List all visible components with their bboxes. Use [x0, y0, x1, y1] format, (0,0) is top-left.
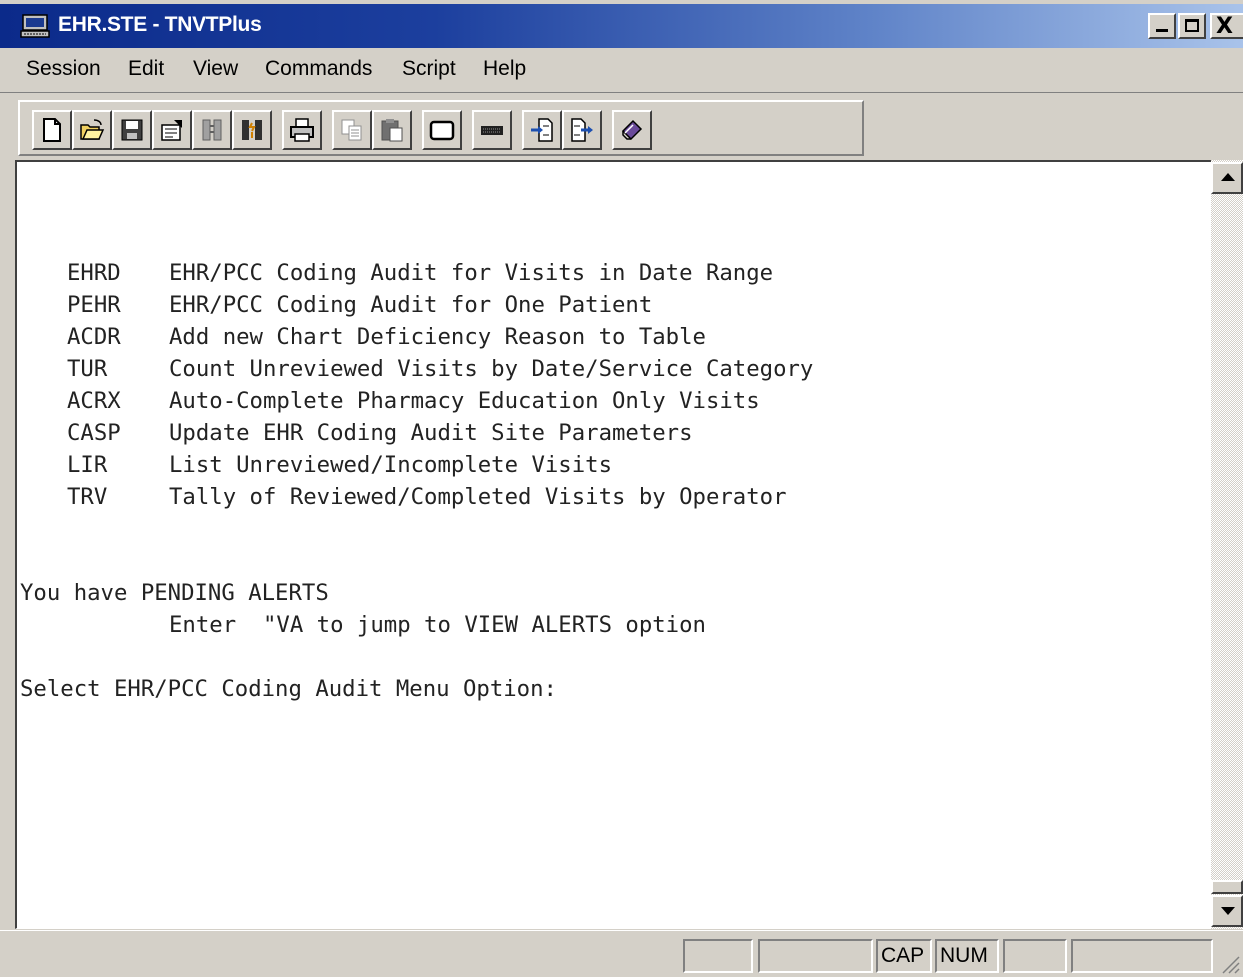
option-description: Count Unreviewed Visits by Date/Service …: [169, 356, 814, 382]
menu-view[interactable]: View: [193, 57, 238, 81]
properties-button[interactable]: [152, 110, 192, 150]
option-code: EHRD: [67, 260, 121, 286]
option-code: PEHR: [67, 292, 121, 318]
scroll-down-button[interactable]: [1211, 895, 1243, 927]
option-description: List Unreviewed/Incomplete Visits: [169, 452, 612, 478]
keyboard-button[interactable]: [472, 110, 512, 150]
connect-button[interactable]: [192, 110, 232, 150]
status-pane: [683, 939, 753, 973]
scroll-up-button[interactable]: [1211, 162, 1243, 194]
paste-icon: [381, 119, 403, 142]
close-icon: X: [1216, 14, 1233, 39]
title-bar[interactable]: EHR.STE - TNVTPlus X: [0, 4, 1243, 48]
open-session-button[interactable]: [72, 110, 112, 150]
copy-icon: [341, 119, 362, 141]
option-code: TRV: [67, 484, 108, 510]
screen-button[interactable]: [422, 110, 462, 150]
send-file-button[interactable]: [562, 110, 602, 150]
send-file-icon: [571, 118, 593, 142]
new-session-button[interactable]: [32, 110, 72, 150]
receive-file-button[interactable]: [522, 110, 562, 150]
blank-screen-icon: [429, 120, 455, 141]
maximize-icon: [1185, 19, 1199, 32]
menu-session[interactable]: Session: [26, 57, 101, 81]
status-pane: [758, 939, 873, 973]
menu-option-prompt: Select EHR/PCC Coding Audit Menu Option:: [20, 676, 557, 702]
option-code: CASP: [67, 420, 121, 446]
option-code: ACRX: [67, 388, 121, 414]
menu-help[interactable]: Help: [483, 57, 526, 81]
menu-commands[interactable]: Commands: [265, 57, 372, 81]
option-description: Add new Chart Deficiency Reason to Table: [169, 324, 706, 350]
new-document-icon: [43, 118, 61, 142]
terminal-app-icon: [20, 14, 50, 38]
print-button[interactable]: [282, 110, 322, 150]
menu-edit[interactable]: Edit: [128, 57, 164, 81]
menu-bar: Session Edit View Commands Script Help: [0, 52, 1243, 90]
up-arrow-icon: [1221, 173, 1235, 181]
toolbar-panel: [18, 100, 864, 156]
status-pane: [1003, 939, 1067, 973]
script-button[interactable]: [612, 110, 652, 150]
maximize-button[interactable]: [1178, 13, 1206, 39]
paste-button[interactable]: [372, 110, 412, 150]
copy-button[interactable]: [332, 110, 372, 150]
down-arrow-icon: [1221, 907, 1235, 915]
resize-grip-icon[interactable]: [1219, 953, 1241, 975]
open-folder-icon: [80, 119, 105, 140]
save-icon: [121, 119, 143, 141]
minimize-icon: [1156, 29, 1168, 32]
option-code: LIR: [67, 452, 108, 478]
properties-icon: [161, 120, 182, 141]
receive-file-icon: [531, 118, 553, 142]
menu-script[interactable]: Script: [402, 57, 456, 81]
num-lock-indicator: NUM: [935, 939, 999, 973]
save-session-button[interactable]: [112, 110, 152, 150]
status-bar: CAP NUM: [0, 930, 1243, 977]
caps-lock-indicator: CAP: [876, 939, 932, 973]
option-description: Auto-Complete Pharmacy Education Only Vi…: [169, 388, 760, 414]
minimize-button[interactable]: [1148, 13, 1176, 39]
disconnect-icon: [242, 120, 262, 140]
close-button[interactable]: X: [1210, 13, 1243, 39]
option-description: Tally of Reviewed/Completed Visits by Op…: [169, 484, 787, 510]
window-title: EHR.STE - TNVTPlus: [58, 13, 262, 36]
status-pane: [1071, 939, 1213, 973]
toolbar: [0, 92, 1243, 159]
disconnect-button[interactable]: [232, 110, 272, 150]
vertical-scrollbar[interactable]: [1211, 160, 1243, 929]
option-code: TUR: [67, 356, 108, 382]
option-description: EHR/PCC Coding Audit for One Patient: [169, 292, 653, 318]
scroll-thumb[interactable]: [1211, 880, 1243, 894]
print-icon: [290, 118, 314, 142]
connect-icon: [202, 119, 222, 141]
option-description: Update EHR Coding Audit Site Parameters: [169, 420, 693, 446]
terminal-screen[interactable]: EHRD EHR/PCC Coding Audit for Visits in D…: [15, 160, 1211, 929]
pending-alerts-message: You have PENDING ALERTS: [20, 580, 329, 606]
application-window: EHR.STE - TNVTPlus X Session Edit View C…: [0, 0, 1243, 977]
keyboard-icon: [481, 126, 503, 135]
script-icon: [621, 119, 643, 141]
view-alerts-instruction: Enter "VA to jump to VIEW ALERTS option: [169, 612, 706, 638]
option-description: EHR/PCC Coding Audit for Visits in Date …: [169, 260, 774, 286]
option-code: ACDR: [67, 324, 121, 350]
